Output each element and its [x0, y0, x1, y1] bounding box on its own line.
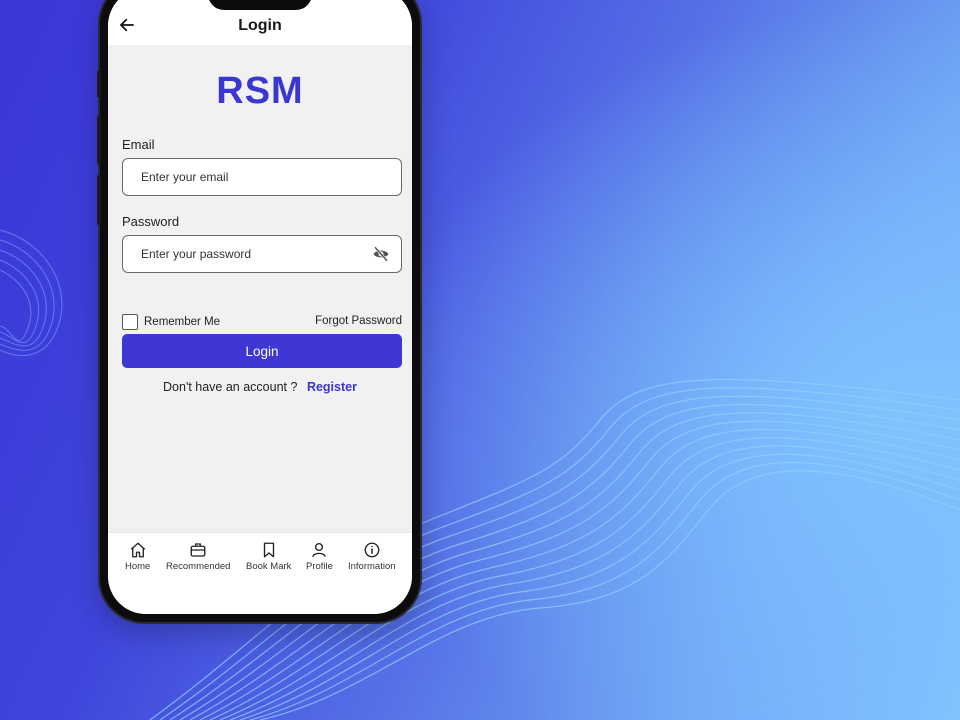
email-label: Email: [122, 137, 155, 152]
nav-item-bookmark[interactable]: Book Mark: [246, 541, 291, 572]
email-field-box[interactable]: [122, 158, 402, 196]
remember-me[interactable]: Remember Me: [122, 314, 220, 330]
home-icon: [130, 542, 145, 558]
brand-logo: RSM: [216, 70, 304, 112]
nav-item-information[interactable]: Information: [348, 541, 396, 572]
remember-checkbox[interactable]: [122, 314, 138, 330]
register-link[interactable]: Register: [307, 380, 357, 394]
nav-label-profile: Profile: [306, 561, 333, 572]
briefcase-icon: [190, 543, 206, 557]
phone-button: [97, 115, 101, 165]
password-input[interactable]: [141, 247, 361, 261]
login-button[interactable]: Login: [122, 334, 402, 368]
phone-notch: [208, 0, 312, 10]
password-label: Password: [122, 214, 180, 229]
phone-button: [97, 175, 101, 225]
nav-label-recommended: Recommended: [166, 561, 231, 572]
eye-slash-icon[interactable]: [371, 245, 391, 263]
profile-icon: [312, 542, 327, 557]
remember-label: Remember Me: [144, 316, 221, 328]
phone-frame: Login RSM Email Password Remember Me For…: [97, 0, 420, 622]
nav-item-profile[interactable]: Profile: [306, 541, 333, 572]
page-title: Login: [238, 17, 282, 34]
nav-label-bookmark: Book Mark: [246, 561, 292, 572]
bookmark-icon: [263, 542, 274, 558]
nav-label-information: Information: [348, 561, 396, 572]
info-icon: [364, 542, 380, 558]
bottom-navigation: Home Recommended Book Mark Profile Infor…: [108, 532, 412, 614]
password-field-box[interactable]: [122, 235, 402, 273]
forgot-password-link[interactable]: Forgot Password: [315, 315, 402, 327]
nav-item-recommended[interactable]: Recommended: [166, 541, 230, 572]
no-account-text: Don't have an account ?: [163, 380, 298, 394]
nav-item-home[interactable]: Home: [125, 541, 150, 572]
app-header: Login: [108, 0, 412, 45]
phone-screen: Login RSM Email Password Remember Me For…: [108, 0, 412, 614]
phone-button: [97, 70, 101, 98]
register-prompt: Don't have an account ? Register: [108, 380, 412, 394]
email-input[interactable]: [141, 170, 361, 184]
nav-label-home: Home: [125, 561, 151, 572]
